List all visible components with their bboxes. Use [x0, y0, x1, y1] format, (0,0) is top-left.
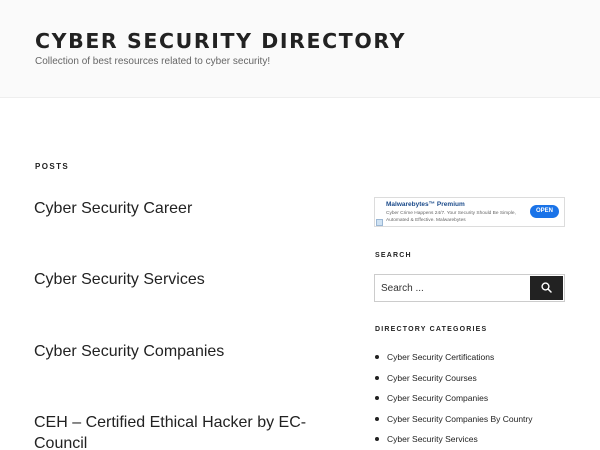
search-widget-heading: SEARCH: [375, 252, 412, 259]
categories-widget-heading: DIRECTORY CATEGORIES: [375, 326, 488, 333]
ad-text: Cyber Crime Happens 24/7. Your Security …: [386, 211, 516, 223]
search-button[interactable]: [530, 276, 563, 300]
bullet-icon: [375, 375, 379, 380]
category-label[interactable]: Cyber Security Companies: [387, 393, 488, 403]
category-item[interactable]: Cyber Security Companies By Country: [375, 412, 533, 433]
category-list: Cyber Security Certifications Cyber Secu…: [375, 350, 533, 450]
ad-choices-icon[interactable]: [376, 219, 383, 226]
category-item[interactable]: Cyber Security Certifications: [375, 350, 533, 371]
category-item[interactable]: Cyber Security Companies: [375, 391, 533, 412]
posts-heading: POSTS: [35, 162, 70, 171]
post-title-link[interactable]: Cyber Security Companies: [34, 341, 324, 362]
site-title[interactable]: CYBER SECURITY DIRECTORY: [35, 29, 406, 53]
category-label[interactable]: Cyber Security Services: [387, 434, 478, 444]
category-label[interactable]: Cyber Security Courses: [387, 373, 477, 383]
site-description: Collection of best resources related to …: [35, 56, 271, 67]
search-input[interactable]: [376, 276, 526, 300]
site-header: CYBER SECURITY DIRECTORY Collection of b…: [0, 0, 600, 98]
search-icon: [541, 282, 552, 293]
bullet-icon: [375, 355, 379, 359]
post-title-link[interactable]: CEH – Certified Ethical Hacker by EC-Cou…: [34, 412, 324, 450]
category-label[interactable]: Cyber Security Certifications: [387, 352, 494, 362]
category-item[interactable]: Cyber Security Courses: [375, 371, 533, 392]
category-item[interactable]: Cyber Security Services: [375, 432, 533, 450]
bullet-icon: [375, 437, 379, 442]
bullet-icon: [375, 396, 379, 401]
post-title-link[interactable]: Cyber Security Services: [34, 269, 324, 290]
post-title-link[interactable]: Cyber Security Career: [34, 198, 324, 219]
ad-title[interactable]: Malwarebytes™ Premium: [386, 201, 465, 208]
category-label[interactable]: Cyber Security Companies By Country: [387, 414, 533, 424]
bullet-icon: [375, 416, 379, 421]
ad-open-button[interactable]: OPEN: [530, 205, 559, 218]
